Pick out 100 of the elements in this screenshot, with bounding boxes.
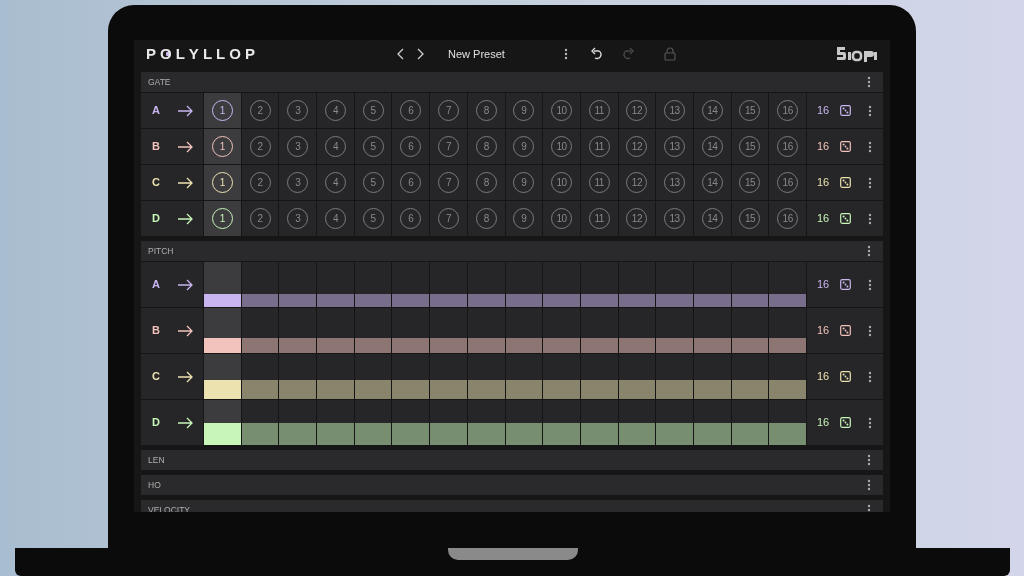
step-cell[interactable]: 16: [769, 93, 806, 128]
arrow-right-icon[interactable]: [177, 277, 193, 292]
step-cell[interactable]: 14: [693, 201, 731, 236]
dice-icon[interactable]: [840, 141, 851, 152]
step-cell[interactable]: 4: [317, 165, 354, 200]
step-cell[interactable]: [241, 308, 279, 353]
step-cell[interactable]: 2: [241, 129, 279, 164]
step-count[interactable]: 16: [817, 138, 840, 155]
more-icon[interactable]: [867, 479, 871, 491]
step-cell[interactable]: [204, 400, 241, 445]
step-cell[interactable]: [430, 354, 467, 399]
step-cell[interactable]: [430, 262, 467, 307]
step-cell[interactable]: [241, 262, 279, 307]
step-cell[interactable]: [618, 354, 656, 399]
step-cell[interactable]: 9: [505, 201, 543, 236]
step-cell[interactable]: 12: [618, 129, 656, 164]
step-cell[interactable]: [392, 308, 430, 353]
step-cell[interactable]: 9: [505, 129, 543, 164]
step-cell[interactable]: 7: [430, 165, 467, 200]
more-icon[interactable]: [867, 245, 871, 257]
step-cell[interactable]: [693, 262, 731, 307]
step-cell[interactable]: 1: [204, 201, 241, 236]
step-cell[interactable]: 15: [731, 165, 769, 200]
more-icon[interactable]: [868, 212, 872, 225]
section-header[interactable]: LEN: [141, 450, 883, 470]
step-cell[interactable]: [317, 262, 354, 307]
section-header[interactable]: VELOCITY: [141, 500, 883, 512]
dice-icon[interactable]: [840, 177, 851, 188]
step-cell[interactable]: 1: [204, 129, 241, 164]
step-cell[interactable]: [467, 262, 505, 307]
step-cell[interactable]: 10: [543, 93, 580, 128]
step-cell[interactable]: 11: [580, 129, 618, 164]
step-cell[interactable]: [731, 354, 769, 399]
step-cell[interactable]: 4: [317, 201, 354, 236]
step-cell[interactable]: [204, 354, 241, 399]
step-cell[interactable]: 14: [693, 93, 731, 128]
step-cell[interactable]: [769, 262, 806, 307]
arrow-right-icon[interactable]: [177, 103, 193, 118]
step-cell[interactable]: [693, 308, 731, 353]
step-cell[interactable]: [618, 262, 656, 307]
step-cell[interactable]: [693, 400, 731, 445]
step-cell[interactable]: 3: [279, 93, 317, 128]
step-cell[interactable]: [505, 400, 543, 445]
section-header[interactable]: PITCH: [141, 241, 883, 261]
step-cell[interactable]: [467, 400, 505, 445]
step-cell[interactable]: 16: [769, 165, 806, 200]
step-cell[interactable]: [279, 400, 317, 445]
step-cell[interactable]: [505, 354, 543, 399]
step-cell[interactable]: 2: [241, 165, 279, 200]
step-cell[interactable]: 8: [467, 93, 505, 128]
step-cell[interactable]: [241, 354, 279, 399]
step-cell[interactable]: [204, 262, 241, 307]
arrow-right-icon[interactable]: [177, 175, 193, 190]
step-cell[interactable]: [769, 400, 806, 445]
more-icon[interactable]: [868, 104, 872, 117]
step-count[interactable]: 16: [817, 368, 840, 385]
undo-icon[interactable]: [590, 47, 604, 61]
step-cell[interactable]: 12: [618, 93, 656, 128]
step-count[interactable]: 16: [817, 276, 840, 293]
step-cell[interactable]: [430, 400, 467, 445]
arrow-right-icon[interactable]: [177, 369, 193, 384]
step-cell[interactable]: 12: [618, 201, 656, 236]
step-cell[interactable]: [505, 308, 543, 353]
step-cell[interactable]: [505, 262, 543, 307]
step-cell[interactable]: [543, 400, 580, 445]
dice-icon[interactable]: [840, 279, 851, 290]
step-cell[interactable]: 7: [430, 201, 467, 236]
step-count[interactable]: 16: [817, 102, 840, 119]
dice-icon[interactable]: [840, 371, 851, 382]
previous-icon[interactable]: [397, 48, 404, 60]
step-cell[interactable]: [543, 262, 580, 307]
step-count[interactable]: 16: [817, 414, 840, 431]
step-cell[interactable]: [354, 308, 392, 353]
step-cell[interactable]: [769, 308, 806, 353]
step-cell[interactable]: 15: [731, 93, 769, 128]
more-icon[interactable]: [868, 140, 872, 153]
more-icon[interactable]: [868, 416, 872, 429]
step-cell[interactable]: 1: [204, 165, 241, 200]
step-cell[interactable]: 16: [769, 129, 806, 164]
step-cell[interactable]: [392, 354, 430, 399]
step-cell[interactable]: [204, 308, 241, 353]
step-cell[interactable]: [279, 308, 317, 353]
step-cell[interactable]: 6: [392, 201, 430, 236]
step-cell[interactable]: 7: [430, 93, 467, 128]
step-cell[interactable]: 3: [279, 129, 317, 164]
step-cell[interactable]: 3: [279, 165, 317, 200]
step-cell[interactable]: 14: [693, 165, 731, 200]
next-icon[interactable]: [417, 48, 424, 60]
step-cell[interactable]: [392, 400, 430, 445]
more-icon[interactable]: [868, 278, 872, 291]
step-cell[interactable]: 10: [543, 129, 580, 164]
step-cell[interactable]: 14: [693, 129, 731, 164]
step-cell[interactable]: 13: [656, 201, 693, 236]
more-icon[interactable]: [868, 370, 872, 383]
step-cell[interactable]: 15: [731, 201, 769, 236]
preset-name[interactable]: New Preset: [448, 45, 552, 63]
step-cell[interactable]: [580, 400, 618, 445]
step-cell[interactable]: [543, 308, 580, 353]
more-icon[interactable]: [867, 76, 871, 88]
step-cell[interactable]: [656, 400, 693, 445]
